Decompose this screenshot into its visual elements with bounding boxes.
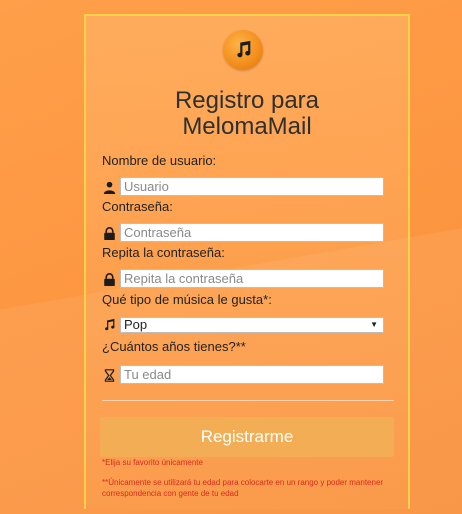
music-type-label: Qué tipo de música le gusta*: — [102, 292, 272, 307]
favorite-note: *Elija su favorito únicamente — [102, 458, 203, 467]
music-note-icon — [102, 317, 116, 331]
age-label: ¿Cuántos años tienes?** — [102, 339, 246, 354]
music-note-icon — [237, 40, 251, 58]
lock-icon — [102, 272, 116, 286]
password-label: Contraseña: — [102, 199, 173, 214]
age-note: **Únicamente se utilizará tu edad para c… — [102, 478, 384, 498]
register-button[interactable]: Registrarme — [100, 417, 394, 457]
user-icon — [102, 180, 116, 194]
age-input[interactable] — [120, 365, 384, 384]
username-input[interactable] — [120, 177, 384, 196]
registration-card: Registro para MelomaMail Nombre de usuar… — [84, 14, 410, 509]
form-title: Registro para MelomaMail — [174, 87, 320, 140]
password-input[interactable] — [120, 223, 384, 242]
music-type-selected: Pop — [124, 317, 148, 332]
lock-icon — [102, 226, 116, 240]
password-repeat-input[interactable] — [120, 269, 384, 288]
caret-down-icon: ▼ — [370, 320, 378, 329]
password-repeat-label: Repita la contraseña: — [102, 245, 225, 260]
hourglass-icon — [102, 368, 116, 382]
music-logo — [223, 30, 263, 70]
divider — [102, 400, 394, 401]
music-type-select[interactable]: Pop ▼ — [120, 317, 384, 333]
username-label: Nombre de usuario: — [102, 153, 217, 168]
